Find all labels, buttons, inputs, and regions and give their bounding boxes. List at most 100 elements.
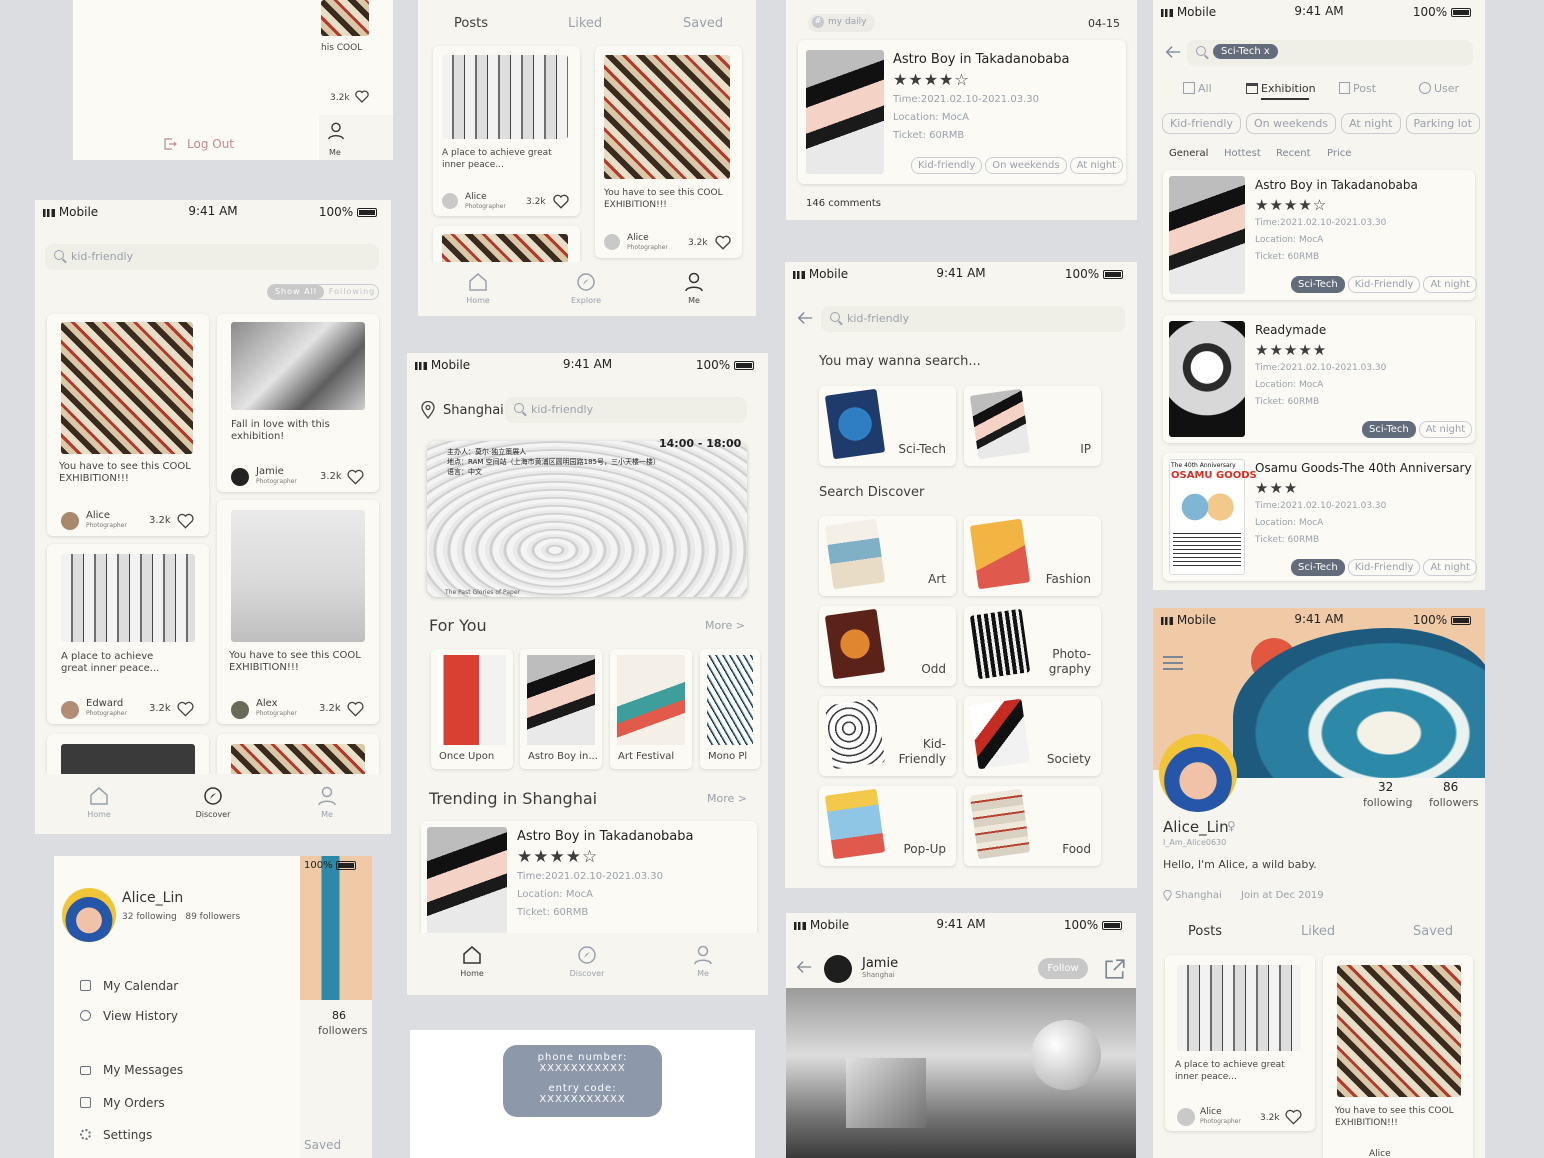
- tag-chip[interactable]: Kid-Friendly: [1347, 559, 1421, 576]
- post-card[interactable]: A place to achieve great inner peace... …: [1165, 955, 1315, 1131]
- sort-recent[interactable]: Recent: [1276, 148, 1311, 159]
- sort-general[interactable]: General: [1169, 148, 1208, 159]
- tag-chip[interactable]: Kid-Friendly: [1347, 276, 1421, 293]
- city-selector[interactable]: Shanghai: [443, 403, 504, 418]
- post-card[interactable]: You have to see this COOL EXHIBITION!!! …: [47, 314, 209, 536]
- post-thumbnail[interactable]: [321, 0, 369, 36]
- tab-posts[interactable]: Posts: [1188, 924, 1222, 939]
- tab-liked[interactable]: Liked: [568, 16, 602, 31]
- menu-view-history[interactable]: View History: [80, 1009, 178, 1023]
- for-you-card[interactable]: Astro Boy in...: [520, 649, 602, 769]
- tag-chip[interactable]: At night: [1423, 559, 1477, 576]
- followers-label[interactable]: followers: [1429, 796, 1478, 809]
- avatar[interactable]: [824, 955, 852, 983]
- result-card[interactable]: Astro Boy in Takadanobaba ★★★★☆ Time:202…: [1163, 170, 1477, 300]
- nav-home[interactable]: Home: [69, 786, 129, 819]
- tag-chip[interactable]: On weekends: [1245, 113, 1337, 134]
- share-icon[interactable]: [1104, 958, 1126, 980]
- feed-toggle[interactable]: Show All Following: [267, 284, 379, 300]
- tag-chip[interactable]: Kid-friendly: [911, 157, 983, 174]
- filter-exhibition[interactable]: Exhibition: [1246, 82, 1316, 95]
- menu-my-orders[interactable]: My Orders: [80, 1096, 165, 1110]
- heart-icon[interactable]: [347, 469, 364, 485]
- tag-chip[interactable]: Parking lot: [1405, 113, 1480, 134]
- nav-home[interactable]: Home: [442, 945, 502, 978]
- heart-icon[interactable]: [347, 701, 364, 717]
- category-art[interactable]: Art: [819, 516, 956, 596]
- tab-liked[interactable]: Liked: [1301, 924, 1335, 939]
- nav-home[interactable]: Home: [448, 272, 508, 305]
- tag-chip[interactable]: At night: [1418, 421, 1473, 438]
- post-card[interactable]: You have to see this COOL EXHIBITION!!! …: [217, 500, 379, 724]
- for-you-more-link[interactable]: More >: [705, 619, 745, 632]
- heart-icon[interactable]: [715, 235, 731, 250]
- category-society[interactable]: Society: [964, 696, 1101, 776]
- search-field[interactable]: Sci-Tech x: [1187, 40, 1473, 66]
- logout-button[interactable]: Log Out: [187, 137, 234, 151]
- trending-card[interactable]: Astro Boy in Takadanobaba ★★★★☆ Time:202…: [421, 821, 757, 941]
- exhibition-card[interactable]: Astro Boy in Takadanobaba ★★★★☆ Time:202…: [798, 40, 1126, 184]
- clear-query-button[interactable]: x: [1264, 46, 1270, 57]
- tab-posts[interactable]: Posts: [454, 16, 488, 31]
- suggestion-ip[interactable]: IP: [964, 386, 1101, 466]
- follow-button[interactable]: Follow: [1038, 958, 1088, 979]
- me-icon[interactable]: [327, 121, 345, 141]
- avatar[interactable]: [1159, 734, 1237, 812]
- tag-chip[interactable]: Sci-Tech: [1291, 276, 1345, 293]
- sort-hottest[interactable]: Hottest: [1224, 148, 1261, 159]
- back-arrow-icon[interactable]: [1163, 43, 1183, 61]
- featured-banner[interactable]: 14:00 - 18:00 主办人：莫尔·独立策展人 地点：RAM 空间站（上海…: [427, 437, 747, 597]
- post-card[interactable]: A place to achieve great inner peace... …: [433, 46, 580, 216]
- category-kid-friendly[interactable]: Kid- Friendly: [819, 696, 956, 776]
- post-card[interactable]: You have to see this COOL EXHIBITION!!! …: [595, 46, 742, 258]
- tag-chip[interactable]: Sci-Tech: [1291, 559, 1345, 576]
- tag-chip[interactable]: At night: [1423, 276, 1477, 293]
- tab-saved[interactable]: Saved: [1413, 924, 1453, 939]
- trending-more-link[interactable]: More >: [707, 792, 747, 805]
- heart-icon[interactable]: [355, 90, 369, 103]
- back-arrow-icon[interactable]: [794, 958, 814, 976]
- logout-icon[interactable]: [163, 137, 177, 151]
- suggestion-sci-tech[interactable]: Sci-Tech: [819, 386, 956, 466]
- author-name[interactable]: Jamie: [862, 956, 898, 971]
- category-pop-up[interactable]: Pop-Up: [819, 786, 956, 866]
- post-card[interactable]: A place to achieve great inner peace... …: [47, 544, 209, 724]
- for-you-card[interactable]: Once Upon: [431, 649, 513, 769]
- post-card[interactable]: Fall in love with this exhibition! Jamie…: [217, 314, 379, 492]
- post-card[interactable]: You have to see this COOL EXHIBITION!!! …: [1323, 955, 1473, 1158]
- filter-user[interactable]: User: [1419, 82, 1459, 95]
- nav-me[interactable]: Me: [673, 945, 733, 978]
- category-fashion[interactable]: Fashion: [964, 516, 1101, 596]
- search-input[interactable]: kid-friendly: [821, 306, 1125, 332]
- back-arrow-icon[interactable]: [795, 309, 815, 327]
- category-odd[interactable]: Odd: [819, 606, 956, 686]
- filter-post[interactable]: Post: [1339, 82, 1376, 95]
- heart-icon[interactable]: [177, 513, 194, 529]
- for-you-card[interactable]: Mono Pl: [700, 649, 760, 769]
- for-you-card[interactable]: Art Festival: [610, 649, 692, 769]
- menu-my-messages[interactable]: My Messages: [80, 1063, 183, 1077]
- search-input[interactable]: kid-friendly: [45, 244, 379, 270]
- result-card[interactable]: The 40th Anniversary OSAMU GOODS Osamu G…: [1163, 453, 1477, 581]
- avatar[interactable]: [62, 888, 116, 942]
- nav-discover[interactable]: Discover: [183, 786, 243, 819]
- heart-icon[interactable]: [553, 194, 569, 209]
- nav-me[interactable]: Me: [297, 786, 357, 819]
- category-food[interactable]: Food: [964, 786, 1101, 866]
- tab-saved[interactable]: Saved: [683, 16, 723, 31]
- filter-all[interactable]: All: [1183, 82, 1212, 95]
- tag-chip[interactable]: At night: [1341, 113, 1401, 134]
- heart-icon[interactable]: [1285, 1109, 1302, 1125]
- tab-saved[interactable]: Saved: [304, 1138, 341, 1152]
- location-pin-icon[interactable]: [421, 401, 435, 419]
- hamburger-menu-icon[interactable]: [1163, 656, 1183, 670]
- tag-chip[interactable]: Kid-friendly: [1162, 113, 1241, 134]
- tag-chip[interactable]: Sci-Tech: [1362, 421, 1416, 438]
- result-card[interactable]: Readymade ★★★★★ Time:2021.02.10-2021.03.…: [1163, 315, 1475, 443]
- nav-discover[interactable]: Discover: [557, 945, 617, 978]
- search-input[interactable]: kid-friendly: [505, 397, 747, 423]
- nav-me[interactable]: Me: [664, 272, 724, 305]
- tag-chip[interactable]: On weekends: [985, 157, 1067, 174]
- menu-my-calendar[interactable]: My Calendar: [80, 979, 178, 993]
- query-chip[interactable]: Sci-Tech x: [1213, 44, 1278, 59]
